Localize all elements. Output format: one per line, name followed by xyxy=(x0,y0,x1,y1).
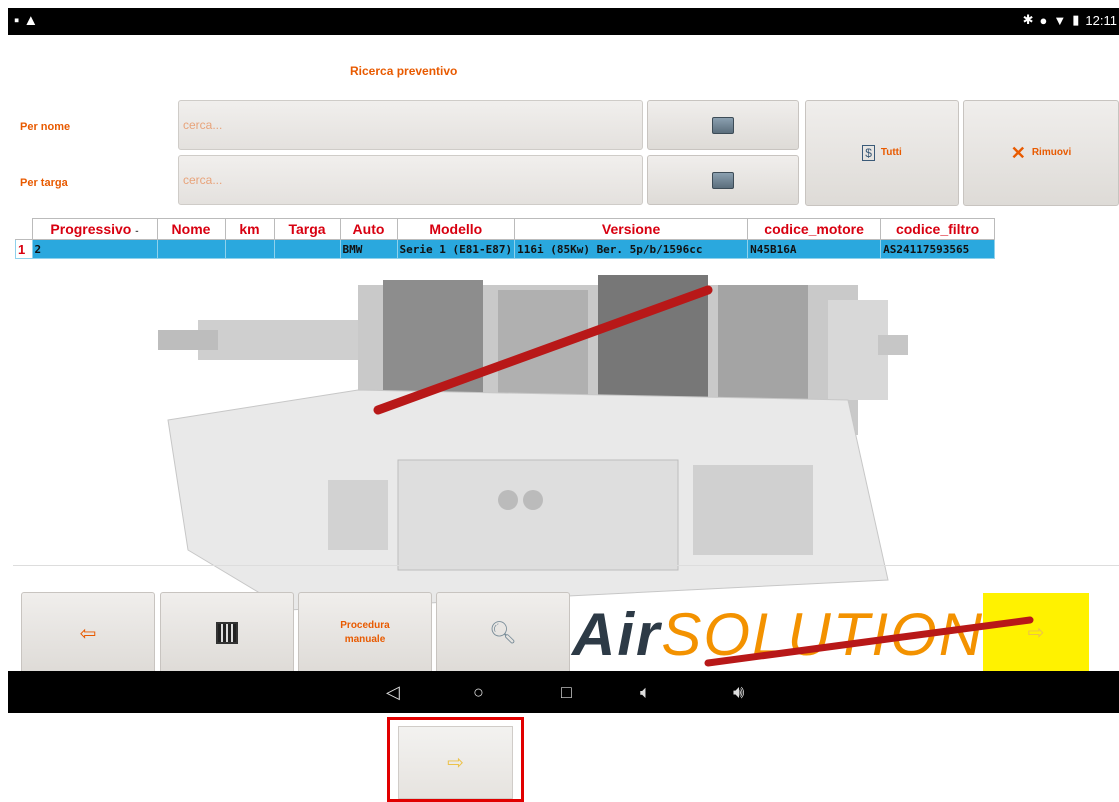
cell-km[interactable] xyxy=(224,239,275,259)
manual-procedure-label: Procedura manuale xyxy=(340,620,390,645)
wifi-icon: ▼ xyxy=(1053,12,1067,28)
left-arrow-icon: ⇦ xyxy=(79,622,97,645)
cell-targa[interactable] xyxy=(273,239,341,259)
column-header-codice-filtro[interactable]: codice_filtro xyxy=(880,218,996,240)
page-title: Ricerca preventivo xyxy=(350,64,458,78)
battery-icon: ▮ xyxy=(1072,12,1080,27)
image-icon: ▪ xyxy=(14,12,24,29)
next-button[interactable]: ⇨ xyxy=(983,593,1089,671)
cell-progressivo[interactable]: 2 xyxy=(31,239,158,259)
cell-codice-motore[interactable]: N45B16A xyxy=(747,239,882,259)
header-corner xyxy=(15,218,33,240)
magnifier-icon: 🔍︎ xyxy=(489,620,517,645)
folder-icon xyxy=(712,116,734,134)
results-table: Progressivo - Nome km Targa Auto Modello… xyxy=(15,218,996,259)
qr-button[interactable] xyxy=(160,592,294,671)
cell-nome[interactable] xyxy=(156,239,226,259)
status-time: 12:11 xyxy=(1085,12,1117,28)
bluetooth-icon: ✱ xyxy=(1022,12,1034,27)
cell-versione[interactable]: 116i (85Kw) Ber. 5p/b/1596cc xyxy=(514,239,749,259)
column-header-km[interactable]: km xyxy=(224,218,275,240)
plate-search-button[interactable] xyxy=(647,155,799,205)
all-button[interactable]: $ Tutti xyxy=(805,100,959,206)
volume-up-icon[interactable]: 🔊︎ xyxy=(733,682,744,703)
column-header-modello[interactable]: Modello xyxy=(396,218,516,240)
column-header-nome[interactable]: Nome xyxy=(156,218,226,240)
highlighted-next-button-face[interactable]: ⇨ xyxy=(398,726,513,799)
table-header-row: Progressivo - Nome km Targa Auto Modello… xyxy=(15,218,996,240)
close-icon: ✕ xyxy=(1010,142,1026,163)
app-window: Ricerca preventivo Per nome cerca... Per… xyxy=(8,35,1119,671)
by-plate-label: Per targa xyxy=(20,177,68,189)
cell-modello[interactable]: Serie 1 (E81-E87) xyxy=(396,239,516,259)
cell-codice-filtro[interactable]: AS24117593565 xyxy=(880,239,996,259)
column-header-versione[interactable]: Versione xyxy=(514,218,749,240)
status-left-icons: ▪▲ xyxy=(14,12,42,29)
manual-procedure-button[interactable]: Procedura manuale xyxy=(298,592,432,671)
status-right-icons: ✱ ● ▼ ▮ 12:11 xyxy=(1023,12,1117,28)
navigation-bar: ◁ ○ □ 🔈︎ 🔊︎ xyxy=(8,671,1119,713)
name-search-input[interactable]: cerca... xyxy=(178,100,643,150)
airsolutions-logo: AirSOLUTIONS xyxy=(572,601,1027,668)
column-header-progressivo[interactable]: Progressivo - xyxy=(31,218,158,240)
plate-search-input[interactable]: cerca... xyxy=(178,155,643,205)
dnd-icon: ● xyxy=(1039,12,1048,28)
remove-button-label: Rimuovi xyxy=(1031,147,1072,158)
qr-code-icon xyxy=(216,622,238,644)
recents-square-icon[interactable]: □ xyxy=(561,682,572,703)
name-search-button[interactable] xyxy=(647,100,799,150)
column-header-targa[interactable]: Targa xyxy=(273,218,341,240)
home-circle-icon[interactable]: ○ xyxy=(473,682,484,703)
all-button-label: Tutti xyxy=(880,147,902,158)
row-index: 1 xyxy=(15,239,33,259)
column-header-auto[interactable]: Auto xyxy=(339,218,398,240)
back-triangle-icon[interactable]: ◁ xyxy=(386,682,400,703)
search-button[interactable]: 🔍︎ xyxy=(436,592,570,671)
cell-auto[interactable]: BMW xyxy=(339,239,398,259)
volume-down-icon[interactable]: 🔈︎ xyxy=(640,682,651,703)
highlighted-next-button[interactable]: ⇨ xyxy=(387,717,524,802)
status-bar: ▪▲ ✱ ● ▼ ▮ 12:11 xyxy=(8,8,1119,35)
folder-icon xyxy=(712,171,734,189)
column-header-codice-motore[interactable]: codice_motore xyxy=(747,218,882,240)
upload-icon: ▲ xyxy=(23,12,43,29)
right-arrow-icon: ⇨ xyxy=(447,752,464,774)
table-row[interactable]: 1 2 BMW Serie 1 (E81-E87) 116i (85Kw) Be… xyxy=(15,239,996,259)
dollar-list-icon: $ xyxy=(862,145,875,161)
right-arrow-icon: ⇨ xyxy=(1027,621,1045,644)
back-button[interactable]: ⇦ xyxy=(21,592,155,671)
by-name-label: Per nome xyxy=(20,121,71,133)
sort-indicator: - xyxy=(135,226,139,237)
remove-button[interactable]: ✕ Rimuovi xyxy=(963,100,1119,206)
